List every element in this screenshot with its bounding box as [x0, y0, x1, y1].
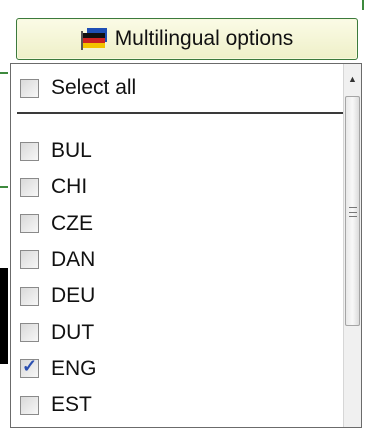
language-checkbox[interactable]: [20, 141, 39, 161]
language-row-cze[interactable]: CZE: [11, 206, 343, 242]
language-row-deu[interactable]: DEU: [11, 278, 343, 314]
language-label: DEU: [51, 284, 96, 308]
language-checkbox[interactable]: [20, 214, 39, 234]
background-divider: [0, 72, 8, 74]
select-all-label: Select all: [51, 76, 137, 99]
language-row-dut[interactable]: DUT: [11, 315, 343, 351]
scroll-grip-icon: [349, 207, 357, 217]
scrollbar[interactable]: ▲: [343, 64, 361, 427]
language-checkbox[interactable]: [20, 177, 39, 197]
language-label: DUT: [51, 320, 95, 344]
language-dropdown: Select all BUL CHI CZE DAN DEU DUT ✓ ENG EST ▲: [10, 63, 362, 428]
language-label: BUL: [51, 139, 92, 162]
language-row-bul[interactable]: BUL: [11, 133, 343, 169]
flag-icon: [80, 28, 109, 50]
language-checkbox[interactable]: [20, 250, 39, 270]
background-divider: [362, 0, 364, 10]
language-checkbox[interactable]: [20, 323, 39, 342]
background-panel-edge: [0, 268, 8, 364]
language-row-chi[interactable]: CHI: [11, 169, 343, 205]
language-checkbox[interactable]: [20, 286, 39, 306]
list-divider: [17, 112, 347, 114]
checkmark-icon: ✓: [22, 356, 38, 377]
language-label: DAN: [51, 247, 96, 271]
language-label: EST: [51, 393, 92, 417]
select-all-row[interactable]: Select all: [11, 70, 343, 106]
language-label: CZE: [51, 211, 93, 235]
scroll-up-arrow[interactable]: ▲: [344, 64, 361, 94]
language-checkbox[interactable]: ✓: [20, 356, 39, 379]
language-label: ENG: [51, 356, 97, 380]
language-row-est[interactable]: EST: [11, 387, 343, 423]
language-row-dan[interactable]: DAN: [11, 242, 343, 278]
language-row-eng[interactable]: ✓ ENG: [11, 351, 343, 387]
language-checkbox[interactable]: [20, 395, 39, 415]
select-all-checkbox[interactable]: [20, 78, 39, 98]
button-label: Multilingual options: [114, 27, 294, 50]
background-divider: [0, 186, 8, 188]
scroll-thumb[interactable]: [345, 96, 360, 326]
language-label: CHI: [51, 175, 88, 199]
multilingual-options-button[interactable]: Multilingual options: [16, 18, 358, 60]
